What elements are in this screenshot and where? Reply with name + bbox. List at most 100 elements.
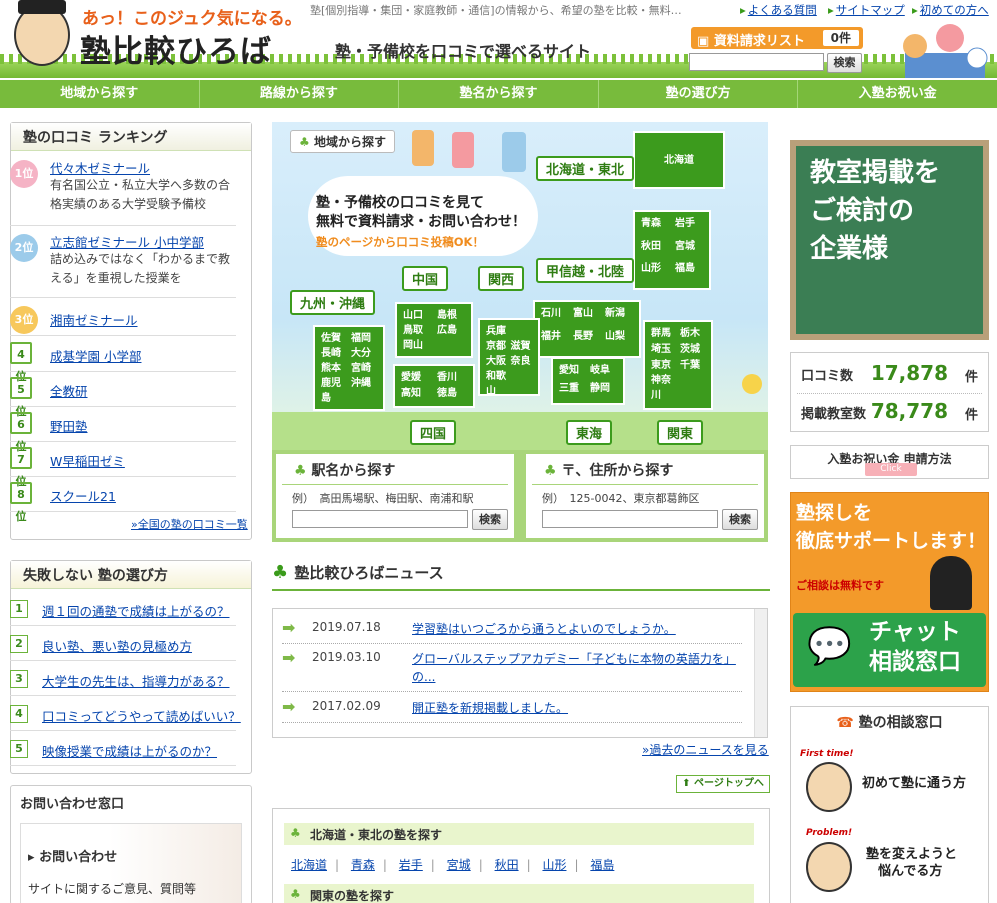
pref-link[interactable]: 和歌山 (486, 369, 508, 399)
first-time-link[interactable]: 初めての方へ (912, 2, 989, 18)
pref-link[interactable]: 高知 (401, 386, 431, 402)
pref-link[interactable]: 大分 (351, 346, 377, 361)
nav-guide[interactable]: 塾の選び方 (599, 80, 799, 108)
page-top-button[interactable]: ⬆ ページトップへ (676, 775, 770, 793)
consult-change-link[interactable]: 塾を変えようと 悩んでる方 (866, 846, 957, 880)
pref-link[interactable]: 群馬 (651, 326, 676, 342)
guide-link[interactable]: 週１回の通塾で成績は上がるの？ (42, 601, 230, 620)
pref-link[interactable]: 青森 (641, 216, 669, 239)
station-search-input[interactable] (292, 510, 468, 528)
pref-link[interactable]: 鳥取 (403, 323, 431, 338)
pref-link[interactable]: 愛媛 (401, 370, 431, 386)
ranking-more-link[interactable]: »全国の塾の口コミ一覧 (131, 516, 248, 532)
region-chugoku[interactable]: 中国 (402, 266, 449, 291)
pref-link[interactable]: 香川 (437, 370, 467, 386)
pref-link[interactable]: 島根 (437, 308, 465, 323)
listing-chalkboard-banner[interactable]: 教室掲載を ご検討の 企業様 (790, 140, 989, 340)
guide-link[interactable]: 口コミってどうやって読めばいい？ (42, 706, 241, 725)
consult-first-time-link[interactable]: 初めて塾に通う方 (862, 775, 966, 792)
pref-link[interactable]: 福井 (541, 329, 569, 352)
ranking-link[interactable]: 成基学園 小学部 (50, 346, 141, 365)
pref-link[interactable]: 秋田 (495, 858, 519, 872)
pref-link[interactable]: 山口 (403, 308, 431, 323)
region-kansai[interactable]: 関西 (478, 266, 525, 291)
pref-link[interactable]: 岡山 (403, 338, 431, 353)
guide-item[interactable]: 3 大学生の先生は、指導力がある？ (10, 662, 236, 696)
news-more-link[interactable]: »過去のニュースを見る (642, 741, 769, 758)
pref-link[interactable]: 埼玉 (651, 342, 676, 358)
pref-link[interactable]: 新潟 (605, 306, 633, 329)
address-search-input[interactable] (542, 510, 718, 528)
pref-link[interactable]: 神奈川 (651, 373, 676, 404)
pref-link[interactable]: 青森 (351, 858, 375, 872)
pref-link[interactable]: 徳島 (437, 386, 467, 402)
pref-link[interactable]: 山形 (542, 858, 566, 872)
sitemap-link[interactable]: サイトマップ (828, 2, 905, 18)
ranking-link[interactable]: 湘南ゼミナール (50, 310, 138, 329)
pref-link[interactable]: 大阪 (486, 354, 508, 369)
guide-link[interactable]: 映像授業で成績は上がるのか？ (42, 741, 217, 760)
pref-link[interactable]: 佐賀 (321, 331, 347, 346)
region-kyushu[interactable]: 九州・沖縄 (290, 290, 376, 315)
pref-link[interactable]: 千葉 (680, 358, 705, 374)
pref-link[interactable]: 鹿児島 (321, 376, 347, 406)
pref-link[interactable]: 宮城 (675, 239, 703, 262)
guide-link[interactable]: 大学生の先生は、指導力がある？ (42, 671, 230, 690)
pref-hokkaido[interactable]: 北海道 (633, 131, 725, 189)
news-link[interactable]: グローバルステップアカデミー「子どもに本物の英語力を」の... (412, 650, 752, 686)
pref-link[interactable]: 三重 (559, 381, 586, 399)
nav-name[interactable]: 塾名から探す (399, 80, 599, 108)
faq-link[interactable]: よくある質問 (740, 2, 817, 18)
ranking-link[interactable]: 代々木ゼミナール (50, 158, 150, 177)
pref-link[interactable]: 愛知 (559, 363, 586, 381)
region-koshinetsu[interactable]: 甲信越・北陸 (536, 258, 635, 283)
station-search-button[interactable]: 検索 (472, 509, 508, 530)
ranking-link[interactable]: スクール21 (50, 486, 116, 505)
pref-link[interactable]: 熊本 (321, 361, 347, 376)
guide-item[interactable]: 5 映像授業で成績は上がるのか？ (10, 732, 236, 766)
pref-link[interactable]: 長崎 (321, 346, 347, 361)
pref-link[interactable]: 岩手 (675, 216, 703, 239)
guide-link[interactable]: 良い塾、悪い塾の見極め方 (42, 636, 192, 655)
pref-link[interactable]: 兵庫 (486, 324, 508, 339)
pref-link[interactable]: 沖縄 (351, 376, 377, 406)
nav-gift[interactable]: 入塾お祝い金 (798, 80, 997, 108)
pref-link[interactable]: 滋賀 (511, 339, 533, 354)
pref-link[interactable]: 東京 (651, 358, 676, 374)
nav-area[interactable]: 地域から探す (0, 80, 200, 108)
region-shikoku[interactable]: 四国 (410, 420, 457, 445)
pref-link[interactable]: 秋田 (641, 239, 669, 262)
ranking-link[interactable]: 立志館ゼミナール 小中学部 (50, 232, 204, 251)
guide-item[interactable]: 2 良い塾、悪い塾の見極め方 (10, 627, 236, 661)
pref-link[interactable]: 富山 (573, 306, 601, 329)
pref-link[interactable]: 岩手 (399, 858, 423, 872)
pref-link[interactable]: 北海道 (291, 858, 327, 872)
ranking-link[interactable]: W早稲田ゼミ (50, 451, 125, 470)
pref-link[interactable]: 山梨 (605, 329, 633, 352)
pref-link[interactable]: 岐阜 (590, 363, 617, 381)
pref-link[interactable]: 福島 (675, 261, 703, 284)
doc-request-list-button[interactable]: ▣ 資料請求リスト 0件 (691, 27, 863, 49)
nav-line[interactable]: 路線から探す (200, 80, 400, 108)
pref-link[interactable]: 山形 (641, 261, 669, 284)
chat-consult-button[interactable]: 💬 チャット 相談窓口 (793, 613, 986, 687)
pref-link[interactable]: 静岡 (590, 381, 617, 399)
guide-item[interactable]: 4 口コミってどうやって読めばいい？ (10, 697, 241, 731)
guide-item[interactable]: 1 週１回の通塾で成績は上がるの？ (10, 592, 236, 626)
news-scrollbar[interactable] (754, 609, 767, 737)
address-search-button[interactable]: 検索 (722, 509, 758, 530)
region-hokkaido-tohoku[interactable]: 北海道・東北 (536, 156, 635, 181)
header-search-input[interactable] (689, 53, 824, 71)
news-link[interactable]: 開正塾を新規掲載しました。 (412, 699, 752, 717)
ranking-link[interactable]: 全教研 (50, 381, 88, 400)
pref-link[interactable]: 長野 (573, 329, 601, 352)
pref-link[interactable]: 奈良 (511, 354, 533, 369)
pref-link[interactable]: 広島 (437, 323, 465, 338)
region-tokai[interactable]: 東海 (566, 420, 613, 445)
site-logo-title[interactable]: 塾比較ひろば (80, 26, 272, 71)
pref-link[interactable]: 福島 (590, 858, 614, 872)
pref-link[interactable]: 栃木 (680, 326, 705, 342)
news-link[interactable]: 学習塾はいつごろから通うとよいのでしょうか。 (412, 620, 752, 638)
pref-link[interactable]: 石川 (541, 306, 569, 329)
ranking-link[interactable]: 野田塾 (50, 416, 88, 435)
